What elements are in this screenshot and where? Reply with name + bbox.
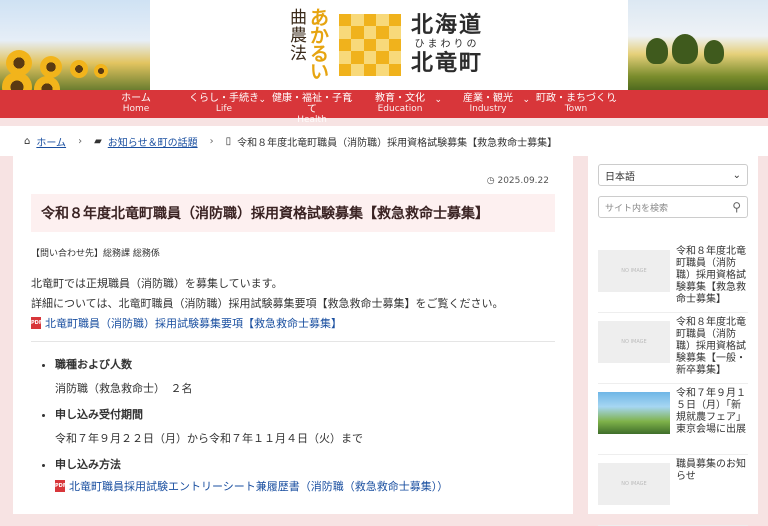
chevron-down-icon: ⌄	[258, 95, 266, 105]
logo-town-name: 北海道 ひまわりの 北竜町	[411, 14, 483, 76]
search-icon[interactable]: ⚲	[732, 200, 741, 214]
nav-health[interactable]: 健康・福祉・子育て Health ⌄	[268, 90, 356, 125]
thumbnail-image	[598, 392, 670, 434]
link-text: 北竜町職員採用試験エントリーシート兼履歴書（消防職（救急救命士募集））	[69, 480, 449, 493]
requirements-list: 職種および人数 消防職（救急救命士） ２名 申し込み受付期間 令和７年９月２２日…	[31, 356, 555, 494]
document-icon: ▯	[225, 135, 232, 147]
nav-sublabel: Health	[297, 115, 327, 125]
list-item: 申し込み受付期間 令和７年９月２２日（月）から令和７年１１月４日（火）まで	[55, 406, 555, 446]
post-title: 令和７年９月１５日（月）「新規就農フェア」東京会場に出展	[676, 388, 746, 435]
post-title: 職員募集のお知らせ	[676, 459, 746, 482]
nav-home[interactable]: ホーム Home	[92, 90, 180, 118]
chevron-down-icon: ⌄	[522, 95, 530, 105]
nav-label: 健康・福祉・子育て	[272, 93, 352, 115]
logo-char: 農	[290, 26, 307, 46]
nav-label: ホーム	[121, 93, 151, 104]
entry-sheet-link[interactable]: PDF 北竜町職員採用試験エントリーシート兼履歴書（消防職（救急救命士募集））	[55, 478, 555, 494]
breadcrumb-category[interactable]: お知らせ＆町の話題	[108, 134, 198, 149]
pdf-icon: PDF	[55, 480, 66, 492]
nav-label: 教育・文化	[375, 93, 425, 104]
logo-line1: 北海道	[411, 13, 484, 38]
nav-sublabel: Industry	[469, 104, 507, 114]
logo-checker-mark	[339, 14, 401, 76]
chevron-right-icon: ›	[209, 135, 214, 147]
post-title: 令和８年度北竜町職員（消防職）採用資格試験募集【一般・新卒募集】	[676, 317, 746, 376]
list-item: 職種および人数 消防職（救急救命士） ２名	[55, 356, 555, 396]
nav-label: 町政・まちづくり	[536, 93, 616, 104]
logo-char: 曲	[290, 8, 307, 28]
folder-icon: ▰	[94, 135, 102, 147]
item-label: 職種および人数	[55, 358, 132, 371]
divider	[31, 341, 555, 342]
list-item[interactable]: 令和７年９月１５日（月）「新規就農フェア」東京会場に出展	[598, 384, 748, 455]
item-value: 令和７年９月２２日（月）から令和７年１１月４日（火）まで	[55, 432, 363, 445]
nav-life[interactable]: くらし・手続き Life ⌄	[180, 90, 268, 118]
chevron-right-icon: ›	[78, 135, 83, 147]
post-date-text: 2025.09.22	[497, 176, 549, 186]
list-item: 申し込み方法 PDF 北竜町職員採用試験エントリーシート兼履歴書（消防職（救急救…	[55, 456, 555, 494]
chevron-down-icon: ⌄	[732, 169, 741, 181]
nav-education[interactable]: 教育・文化 Education ⌄	[356, 90, 444, 118]
nav-label: くらし・手続き	[189, 93, 259, 104]
thumbnail-placeholder: NO IMAGE	[598, 321, 670, 363]
nav-industry[interactable]: 産業・観光 Industry ⌄	[444, 90, 532, 118]
site-search-input[interactable]: サイト内を検索 ⚲	[598, 196, 748, 218]
logo-line3: 北竜町	[411, 51, 484, 76]
sunflower-banner-left	[0, 0, 150, 90]
recruitment-guide-link[interactable]: PDF 北竜町職員（消防職）採用試験募集要項【救急救命士募集】	[31, 315, 555, 331]
item-label: 申し込み方法	[55, 458, 121, 471]
chevron-down-icon: ⌄	[434, 95, 442, 105]
logo-vertical-text: 曲 農 法 あ か る い	[290, 8, 330, 83]
sidebar: 日本語 ⌄ サイト内を検索 ⚲ NO IMAGE 令和８年度北竜町職員（消防職）…	[588, 154, 758, 526]
nav-sublabel: Town	[564, 104, 588, 114]
clock-icon: ◷	[486, 176, 495, 186]
contact-info: 【問い合わせ先】総務課 総務係	[31, 249, 160, 259]
list-item[interactable]: NO IMAGE 令和８年度北竜町職員（消防職）採用資格試験募集【救急救命士募集…	[598, 242, 748, 313]
nav-sublabel: Education	[377, 104, 423, 114]
thumbnail-placeholder: NO IMAGE	[598, 463, 670, 505]
intro-text: 北竜町では正規職員（消防職）を募集しています。	[31, 277, 283, 290]
post-title: 令和８年度北竜町職員（消防職）採用資格試験募集【救急救命士募集】	[676, 246, 746, 305]
site-logo[interactable]: 曲 農 法 あ か る い 北海道 ひまわりの 北竜町	[290, 8, 483, 83]
article: ◷ 2025.09.22 令和８年度北竜町職員（消防職）採用資格試験募集【救急救…	[13, 154, 573, 514]
language-value: 日本語	[605, 171, 635, 183]
thumbnail-placeholder: NO IMAGE	[598, 250, 670, 292]
pdf-icon: PDF	[31, 317, 42, 329]
logo-char: い	[310, 61, 330, 83]
link-text: 北竜町職員（消防職）採用試験募集要項【救急救命士募集】	[45, 317, 342, 330]
item-value: 消防職（救急救命士） ２名	[55, 382, 193, 395]
language-select[interactable]: 日本語 ⌄	[598, 164, 748, 186]
breadcrumb: ⌂ ホーム › ▰ お知らせ＆町の話題 › ▯ 令和８年度北竜町職員（消防職）採…	[0, 126, 768, 156]
logo-line2: ひまわりの	[414, 39, 480, 50]
field-banner-right	[628, 0, 768, 90]
item-label: 申し込み受付期間	[55, 408, 143, 421]
chevron-down-icon: ⌄	[346, 95, 354, 105]
recent-posts: NO IMAGE 令和８年度北竜町職員（消防職）採用資格試験募集【救急救命士募集…	[598, 242, 748, 526]
nav-label: 産業・観光	[463, 93, 513, 104]
search-placeholder: サイト内を検索	[605, 203, 669, 214]
home-icon: ⌂	[24, 135, 31, 147]
page-title: 令和８年度北竜町職員（消防職）採用資格試験募集【救急救命士募集】	[31, 194, 555, 232]
list-item[interactable]: NO IMAGE 令和８年度北竜町職員（消防職）採用資格試験募集【一般・新卒募集…	[598, 313, 748, 384]
details-text: 詳細については、北竜町職員（消防職）採用試験募集要項【救急救命士募集】をご覧くだ…	[31, 297, 504, 310]
nav-sublabel: Life	[215, 104, 233, 114]
global-nav: ホーム Home くらし・手続き Life ⌄ 健康・福祉・子育て Health…	[0, 90, 768, 125]
breadcrumb-home[interactable]: ホーム	[36, 134, 66, 149]
logo-char: 法	[290, 44, 307, 64]
nav-town[interactable]: 町政・まちづくり Town ⌄	[532, 90, 620, 118]
breadcrumb-current: 令和８年度北竜町職員（消防職）採用資格試験募集【救急救命士募集】	[237, 137, 558, 149]
post-date: ◷ 2025.09.22	[31, 176, 555, 186]
chevron-down-icon: ⌄	[610, 95, 618, 105]
nav-sublabel: Home	[122, 104, 150, 114]
site-header: 曲 農 法 あ か る い 北海道 ひまわりの 北竜町	[0, 0, 768, 90]
list-item[interactable]: NO IMAGE 職員募集のお知らせ	[598, 455, 748, 526]
